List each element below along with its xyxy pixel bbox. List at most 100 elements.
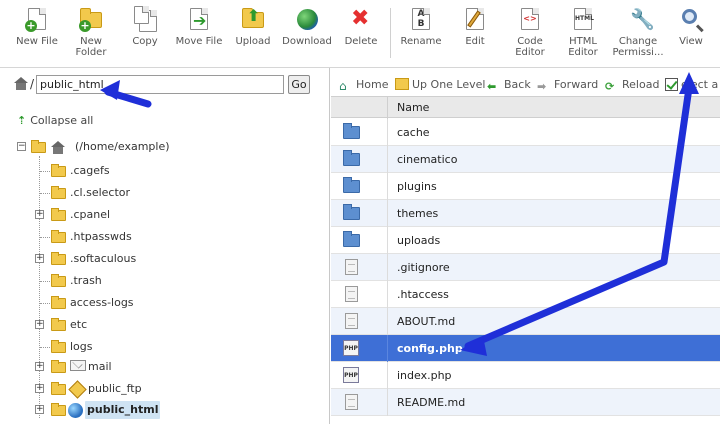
table-row[interactable]: README.md (331, 389, 720, 416)
table-row[interactable]: .gitignore (331, 254, 720, 281)
folder-icon (343, 204, 360, 220)
expand-toggle-icon[interactable]: + (35, 320, 44, 329)
folder-icon (51, 340, 66, 353)
tree-item[interactable]: + mail (34, 358, 234, 376)
tree-item-label: .cpanel (70, 208, 111, 221)
forward-label: Forward (554, 78, 599, 91)
forward-button[interactable]: ➡ Forward (537, 78, 599, 93)
folder-icon (343, 231, 360, 247)
tree-item-label: access-logs (70, 296, 134, 309)
new-file-label: New File (16, 36, 58, 47)
tree-item-label: etc (70, 318, 88, 331)
table-row-selected[interactable]: PHP config.php (331, 335, 720, 362)
php-file-icon: PHP (343, 340, 359, 356)
new-file-button[interactable]: + New File (14, 6, 60, 62)
collapse-toggle-icon[interactable]: − (17, 142, 26, 151)
file-icon (345, 313, 358, 329)
code-editor-label-2: Editor (515, 47, 545, 58)
expand-toggle-icon[interactable]: + (35, 210, 44, 219)
table-row[interactable]: themes (331, 200, 720, 227)
toolbar: + New File + New Folder Copy ➔ Move File… (0, 0, 720, 68)
tree-item[interactable]: .trash (34, 272, 234, 290)
go-button[interactable]: Go (288, 75, 310, 94)
forward-arrow-icon: ➡ (537, 80, 547, 93)
change-permissions-button[interactable]: 🔧 Change Permissi... (610, 6, 666, 62)
tree-item[interactable]: + .cpanel (34, 206, 234, 224)
directory-tree-pane: / Go ⇡Collapse all − (/home/example) .ca… (0, 68, 330, 424)
ftp-icon (68, 380, 87, 399)
move-file-button[interactable]: ➔ Move File (173, 6, 225, 62)
html-icon: HTML (571, 8, 595, 32)
table-row[interactable]: cache (331, 119, 720, 146)
reload-button[interactable]: ⟳ Reload (605, 78, 660, 93)
back-label: Back (504, 78, 531, 91)
search-icon (679, 8, 703, 32)
table-row[interactable]: uploads (331, 227, 720, 254)
html-editor-button[interactable]: HTML HTML Editor (562, 6, 604, 62)
tree-item[interactable]: .cl.selector (34, 184, 234, 202)
tree-item[interactable]: .htpasswds (34, 228, 234, 246)
new-folder-button[interactable]: + New Folder (66, 6, 116, 62)
tree-item[interactable]: access-logs (34, 294, 234, 312)
edit-button[interactable]: Edit (459, 6, 491, 62)
select-all-button[interactable]: elect a (665, 78, 718, 92)
table-header: Name (331, 96, 720, 119)
tree-item[interactable]: + .softaculous (34, 250, 234, 268)
reload-icon: ⟳ (605, 80, 615, 93)
tree-item-label: logs (70, 340, 93, 353)
up-one-level-button[interactable]: Up One Level (395, 78, 485, 92)
file-icon (345, 286, 358, 302)
home-button[interactable]: ⌂ Home (339, 78, 389, 93)
tree-item-selected[interactable]: + public_html (34, 401, 234, 419)
rename-button[interactable]: AB Rename (398, 6, 444, 62)
download-button[interactable]: Download (280, 6, 334, 62)
download-label: Download (282, 36, 332, 47)
expand-toggle-icon[interactable]: + (35, 384, 44, 393)
upload-label: Upload (235, 36, 271, 47)
view-button[interactable]: View (674, 6, 708, 62)
edit-label: Edit (465, 36, 485, 47)
tree-connector (40, 237, 50, 238)
tree-root[interactable]: − (/home/example) (17, 138, 217, 156)
reload-label: Reload (622, 78, 660, 91)
folder-icon (343, 150, 360, 166)
column-divider (387, 362, 388, 389)
folder-icon (51, 230, 66, 243)
tree-item[interactable]: + etc (34, 316, 234, 334)
table-row[interactable]: ABOUT.md (331, 308, 720, 335)
table-row[interactable]: cinematico (331, 146, 720, 173)
tree-item[interactable]: + public_ftp (34, 380, 234, 399)
up-folder-icon (395, 78, 409, 90)
tree-item[interactable]: logs (34, 338, 234, 356)
code-editor-button[interactable]: <> Code Editor (508, 6, 552, 62)
file-list-pane: ⌂ Home Up One Level ⬅ Back ➡ Forward ⟳ Reloa… (331, 68, 720, 424)
path-input[interactable] (36, 75, 284, 94)
expand-toggle-icon[interactable]: + (35, 405, 44, 414)
delete-button[interactable]: ✖ Delete (343, 6, 379, 62)
column-divider (387, 308, 388, 335)
tree-item[interactable]: .cagefs (34, 162, 234, 180)
table-row[interactable]: plugins (331, 173, 720, 200)
file-name: config.php (397, 342, 463, 355)
back-button[interactable]: ⬅ Back (487, 78, 531, 93)
move-file-label: Move File (175, 36, 223, 47)
folder-icon (51, 164, 66, 177)
table-row[interactable]: PHP index.php (331, 362, 720, 389)
expand-toggle-icon[interactable]: + (35, 362, 44, 371)
collapse-all-link[interactable]: ⇡ Collapse all (17, 114, 93, 127)
home-icon: ⌂ (339, 79, 347, 93)
table-row[interactable]: .htaccess (331, 281, 720, 308)
home-icon[interactable] (14, 77, 28, 90)
code-icon: <> (518, 8, 542, 32)
upload-button[interactable]: ⬆ Upload (234, 6, 272, 62)
file-name: cache (397, 126, 430, 139)
tree-item-label: .trash (70, 274, 102, 287)
folder-icon (51, 208, 66, 221)
home-label: Home (356, 78, 389, 91)
folder-icon (51, 318, 66, 331)
name-column-header[interactable]: Name (397, 101, 429, 114)
expand-toggle-icon[interactable]: + (35, 254, 44, 263)
copy-button[interactable]: Copy (127, 6, 163, 62)
copy-label: Copy (132, 36, 158, 47)
collapse-all-label: Collapse all (30, 114, 94, 127)
